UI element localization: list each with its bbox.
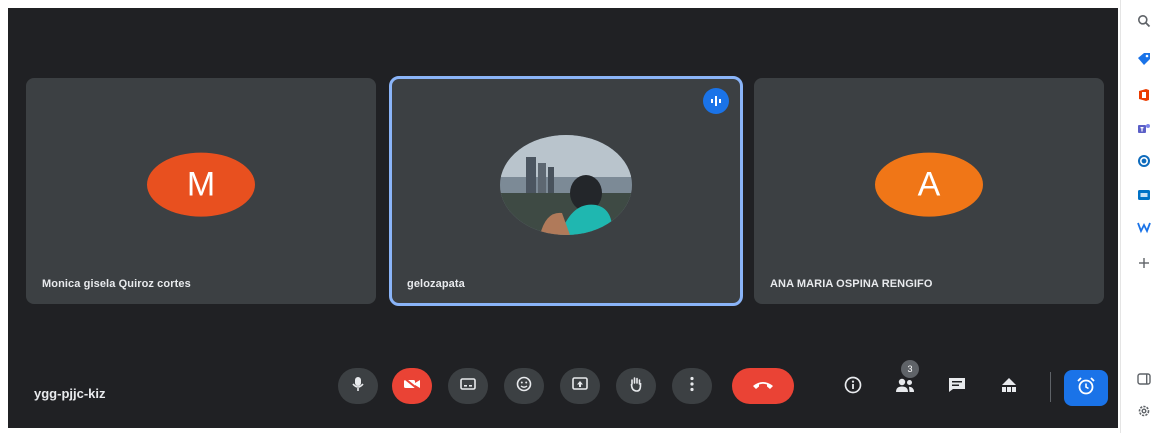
meet-window: M Monica gisela Quiroz cortes gelozapata…: [8, 8, 1118, 428]
tag-icon[interactable]: [1133, 48, 1155, 70]
participant-count-badge: 3: [901, 360, 919, 378]
participant-name: gelozapata: [407, 278, 465, 290]
phone-hangup-icon: [752, 377, 774, 395]
participant-photo: [500, 135, 632, 235]
participant-tile[interactable]: M Monica gisela Quiroz cortes: [26, 78, 376, 304]
reactions-button[interactable]: [504, 368, 544, 404]
participant-name: Monica gisela Quiroz cortes: [42, 278, 191, 290]
captions-icon: [460, 377, 476, 395]
screen: M Monica gisela Quiroz cortes gelozapata…: [0, 0, 1169, 433]
teams-icon[interactable]: [1133, 118, 1155, 140]
browser-side-rail: [1120, 0, 1169, 433]
meeting-details-button[interactable]: [838, 372, 868, 402]
controls-divider: [1050, 372, 1051, 402]
alarm-icon: [1076, 376, 1096, 401]
emoji-icon: [516, 376, 532, 397]
end-call-button[interactable]: [732, 368, 794, 404]
participant-avatar: M: [147, 152, 255, 217]
chat-icon: [948, 377, 966, 398]
settings-icon[interactable]: [1133, 400, 1155, 422]
apps-icon[interactable]: [1133, 216, 1155, 238]
people-icon: [895, 377, 915, 398]
search-icon[interactable]: [1133, 10, 1155, 32]
add-icon[interactable]: [1133, 252, 1155, 274]
participant-tile-active[interactable]: gelozapata: [389, 76, 743, 306]
present-icon: [572, 376, 588, 396]
speaking-indicator-icon: [703, 88, 729, 114]
mic-icon: [351, 376, 365, 397]
more-options-button[interactable]: [672, 368, 712, 404]
activities-icon: [1000, 377, 1018, 398]
host-controls-button[interactable]: [1064, 370, 1108, 406]
info-icon: [844, 376, 862, 399]
activities-button[interactable]: [994, 372, 1024, 402]
participant-avatar: A: [875, 152, 983, 217]
meeting-code: ygg-pjjc-kiz: [34, 386, 106, 401]
camera-off-icon: [403, 376, 421, 396]
hand-icon: [629, 376, 643, 397]
raise-hand-button[interactable]: [616, 368, 656, 404]
chat-button[interactable]: [942, 372, 972, 402]
participant-tile[interactable]: A ANA MARIA OSPINA RENGIFO: [754, 78, 1104, 304]
office-icon[interactable]: [1133, 84, 1155, 106]
camera-off-button[interactable]: [392, 368, 432, 404]
avatar-initial: A: [917, 165, 941, 204]
present-button[interactable]: [560, 368, 600, 404]
more-vert-icon: [690, 376, 694, 397]
captions-button[interactable]: [448, 368, 488, 404]
microphone-button[interactable]: [338, 368, 378, 404]
word-icon[interactable]: [1133, 184, 1155, 206]
avatar-initial: M: [186, 165, 216, 204]
outlook-icon[interactable]: [1133, 150, 1155, 172]
participant-name: ANA MARIA OSPINA RENGIFO: [770, 278, 933, 290]
sidebar-icon[interactable]: [1133, 368, 1155, 390]
